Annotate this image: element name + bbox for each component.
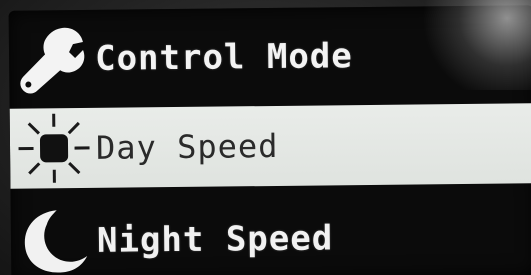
menu-item-label: Day Speed [95,126,279,167]
lcd-screen: Control Mode Day Speed Night Speed [8,5,531,275]
menu-item-label: Control Mode [94,36,353,79]
menu-item-day-speed[interactable]: Day Speed [9,103,531,189]
wrench-icon [15,24,92,95]
menu-item-control-mode[interactable]: Control Mode [9,17,353,99]
sun-icon [16,113,93,184]
menu-item-night-speed[interactable]: Night Speed [11,199,334,275]
device-photo: Control Mode Day Speed Night Speed [0,0,531,275]
menu-item-label: Night Speed [96,218,334,261]
moon-icon [17,206,94,275]
